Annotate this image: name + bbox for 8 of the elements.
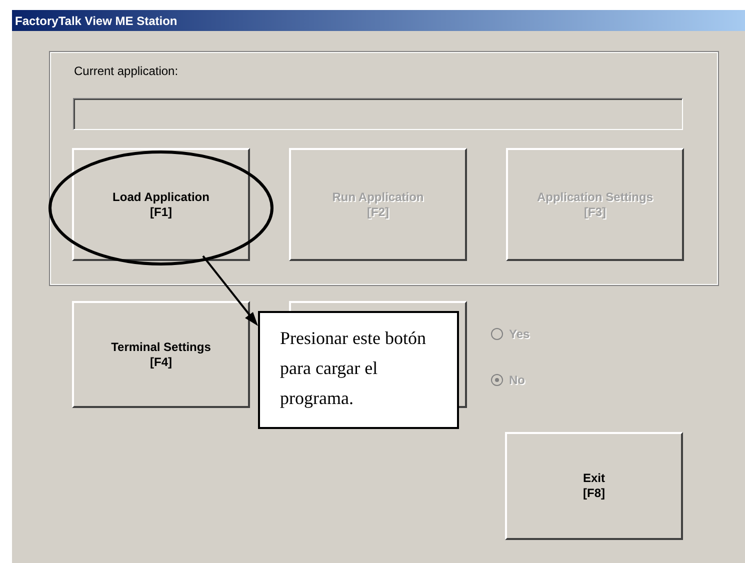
- input-field[interactable]: [73, 98, 683, 130]
- window-title: FactoryTalk View ME Station: [15, 14, 178, 28]
- function-button[interactable]: Exit [F8]: [505, 432, 683, 540]
- callout-note: Presionar este botón para cargar el programa.: [258, 311, 459, 429]
- function-button[interactable]: Terminal Settings [F4]: [72, 301, 250, 408]
- arrow: [202, 255, 258, 326]
- field-label: Current application:: [74, 64, 180, 78]
- function-button[interactable]: Load Application [F1]: [72, 148, 250, 261]
